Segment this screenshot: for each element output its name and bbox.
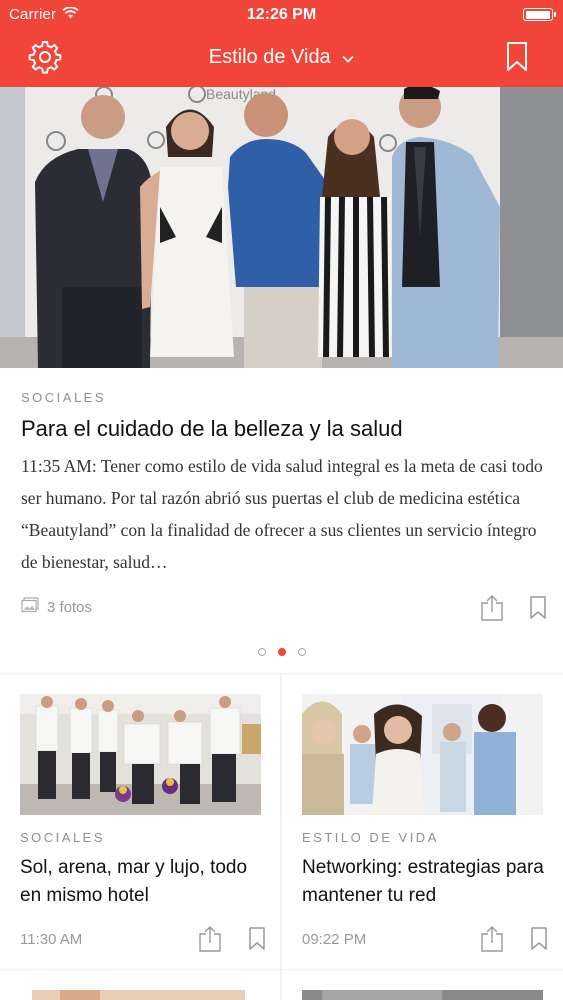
article-thumbnail-partial — [302, 990, 543, 1000]
card-section-label: ESTILO DE VIDA — [302, 830, 439, 845]
bookmark-icon — [249, 927, 265, 950]
navigation-bar: Estilo de Vida — [0, 30, 563, 87]
photo-count: 3 fotos — [21, 597, 92, 617]
article-thumbnail[interactable] — [20, 694, 261, 815]
card-section-label: SOCIALES — [20, 830, 106, 845]
share-icon — [481, 926, 503, 952]
card-title[interactable]: Networking: estrategias para mantener tu… — [302, 854, 547, 910]
battery-icon — [523, 8, 556, 21]
bookmark-icon — [507, 42, 527, 71]
card-share-button[interactable] — [480, 925, 504, 958]
page-dot[interactable] — [277, 648, 286, 656]
article-card[interactable]: SOCIALES Sol, arena, mar y lujo, todo en… — [0, 674, 280, 969]
status-bar: Carrier 12:26 PM — [0, 0, 563, 30]
page-dot[interactable] — [257, 648, 266, 656]
saved-articles-button[interactable] — [505, 41, 529, 73]
featured-title[interactable]: Para el cuidado de la belleza y la salud — [21, 416, 403, 442]
featured-share-button[interactable] — [480, 594, 504, 627]
article-grid: SOCIALES Sol, arena, mar y lujo, todo en… — [0, 673, 563, 1000]
bookmark-icon — [531, 927, 547, 950]
card-time: 11:30 AM — [20, 931, 83, 948]
card-bookmark-button[interactable] — [530, 926, 548, 957]
card-bookmark-button[interactable] — [248, 926, 266, 957]
card-share-button[interactable] — [198, 925, 222, 958]
featured-article[interactable]: SOCIALES Para el cuidado de la belleza y… — [0, 368, 563, 673]
page-dot[interactable] — [297, 648, 306, 656]
share-icon — [199, 926, 221, 952]
share-icon — [481, 595, 503, 621]
photo-count-label: 3 fotos — [47, 598, 93, 616]
battery-fill — [525, 10, 550, 19]
chevron-down-icon — [342, 46, 354, 69]
top-bar: Carrier 12:26 PM Estilo de Vida — [0, 0, 563, 87]
featured-bookmark-button[interactable] — [529, 595, 547, 626]
featured-image[interactable]: Beautyland — [0, 87, 563, 368]
nav-title: Estilo de Vida — [208, 46, 331, 68]
card-time: 09:22 PM — [302, 931, 367, 948]
page-indicator[interactable] — [0, 648, 563, 656]
article-thumbnail-partial — [32, 990, 245, 1000]
article-thumbnail[interactable] — [302, 694, 543, 815]
section-selector[interactable]: Estilo de Vida — [0, 46, 563, 69]
status-time: 12:26 PM — [246, 6, 317, 23]
photos-icon — [21, 597, 39, 617]
article-card[interactable]: ESTILO DE VIDA Networking: estrategias p… — [282, 674, 563, 969]
article-card-partial[interactable] — [282, 970, 563, 1000]
card-title[interactable]: Sol, arena, mar y lujo, todo en mismo ho… — [20, 854, 265, 910]
bookmark-icon — [530, 596, 546, 619]
featured-section-label: SOCIALES — [21, 390, 107, 405]
article-card-partial[interactable] — [0, 970, 280, 1000]
featured-summary: 11:35 AM: Tener como estilo de vida salu… — [21, 456, 543, 572]
